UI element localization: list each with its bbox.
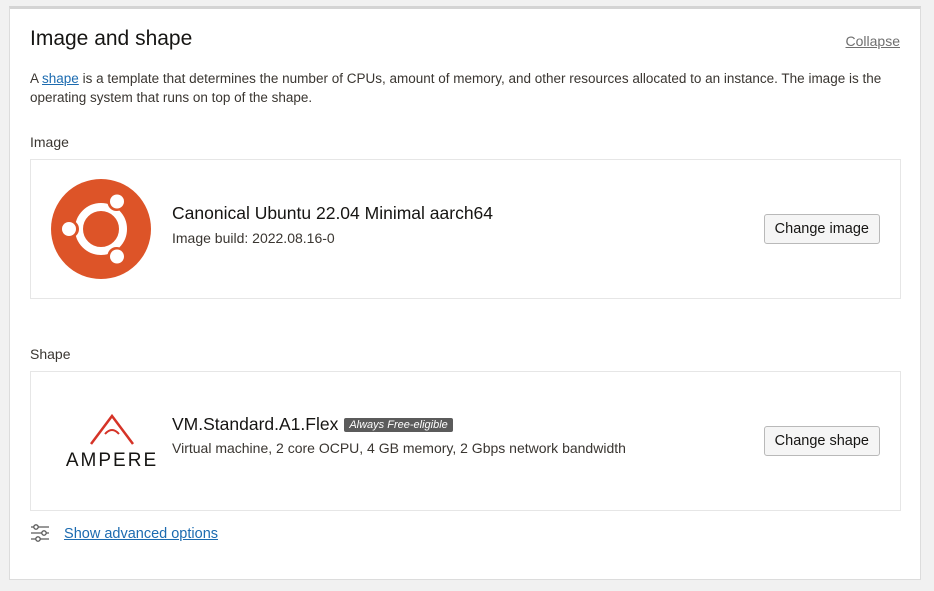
shape-name: VM.Standard.A1.Flex <box>172 414 339 434</box>
sliders-icon[interactable] <box>30 524 54 542</box>
image-build: Image build: 2022.08.16-0 <box>172 230 335 246</box>
section-description: A shape is a template that determines th… <box>30 69 910 107</box>
image-label: Image <box>30 134 69 150</box>
shape-label: Shape <box>30 346 71 362</box>
image-card: Canonical Ubuntu 22.04 Minimal aarch64 I… <box>30 159 901 299</box>
collapse-link[interactable]: Collapse <box>846 33 900 49</box>
description-suffix: is a template that determines the number… <box>30 71 882 105</box>
section-title: Image and shape <box>30 27 193 50</box>
advanced-options-row: Show advanced options <box>30 523 218 543</box>
show-advanced-options-link[interactable]: Show advanced options <box>64 526 218 542</box>
ampere-logo-text: AMPERE <box>66 450 158 471</box>
image-and-shape-panel: Image and shape Collapse A shape is a te… <box>9 6 921 580</box>
change-shape-button[interactable]: Change shape <box>763 426 880 456</box>
change-image-button[interactable]: Change image <box>763 214 880 244</box>
ubuntu-logo-icon <box>51 179 151 284</box>
ampere-logo-icon: AMPERE <box>61 412 163 472</box>
shape-title-row: VM.Standard.A1.Flex Always Free-eligible <box>172 414 453 435</box>
shape-details: Virtual machine, 2 core OCPU, 4 GB memor… <box>172 440 626 456</box>
free-eligible-badge: Always Free-eligible <box>344 418 453 432</box>
shape-link[interactable]: shape <box>42 71 79 86</box>
image-name: Canonical Ubuntu 22.04 Minimal aarch64 <box>172 203 494 223</box>
description-prefix: A <box>30 71 43 86</box>
shape-card: AMPERE VM.Standard.A1.Flex Always Free-el… <box>30 371 901 511</box>
